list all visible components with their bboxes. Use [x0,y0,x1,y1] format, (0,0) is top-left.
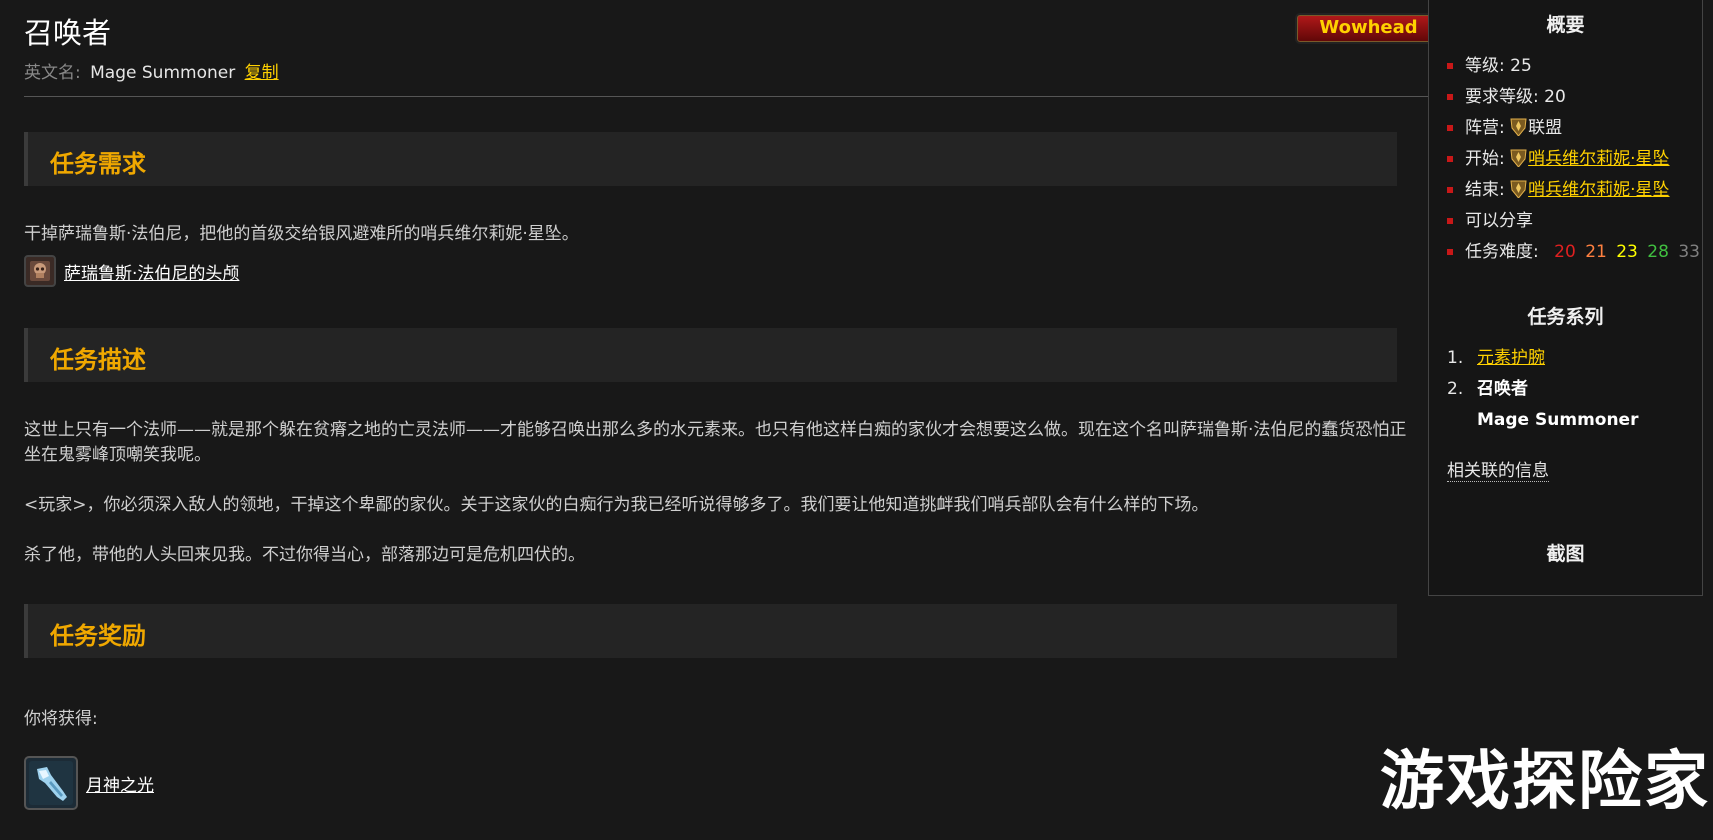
difficulty-value-4: 28 [1647,242,1669,262]
related-info-link[interactable]: 相关联的信息 [1447,456,1549,482]
start-label: 开始: [1465,149,1505,169]
series-current-name: 召唤者 [1477,379,1528,399]
english-name-value: Mage Summoner [90,63,236,83]
copy-link[interactable]: 复制 [245,63,279,83]
difficulty-label: 任务难度: [1465,242,1539,262]
rewards-heading: 任务奖励 [50,622,146,650]
difficulty-item: 任务难度: 20 21 23 28 33 [1447,238,1700,269]
description-header: 任务描述 [24,328,1397,382]
required-item-link[interactable]: 萨瑞鲁斯·法伯尼的头颅 [64,259,239,284]
required-item-row[interactable]: 萨瑞鲁斯·法伯尼的头颅 [24,255,239,287]
description-paragraph-2: <玩家>，你必须深入敌人的领地，干掉这个卑鄙的家伙。关于这家伙的白痴行为我已经听… [24,495,1209,515]
series-item-2-english: Mage Summoner [1447,406,1638,437]
description-heading: 任务描述 [50,346,146,374]
end-item: 结束: 哨兵维尔莉妮·星坠 [1447,176,1700,207]
start-npc-link[interactable]: 哨兵维尔莉妮·星坠 [1528,149,1669,169]
quest-series-list: 1. 元素护腕 2. 召唤者 Mage Summoner [1447,344,1638,437]
rewards-intro: 你将获得: [24,709,98,729]
watermark-text: 游戏探险家 [1380,745,1710,819]
series-link-1[interactable]: 元素护腕 [1477,348,1545,368]
skull-icon [24,255,56,287]
difficulty-value-1: 20 [1554,242,1576,262]
level-item: 等级: 25 [1447,52,1700,83]
series-number-2: 2. [1447,379,1464,399]
end-label: 结束: [1465,180,1505,200]
alliance-icon [1510,180,1527,198]
screenshot-heading: 截图 [1546,543,1585,565]
end-npc-link[interactable]: 哨兵维尔莉妮·星坠 [1528,180,1669,200]
alliance-icon [1510,149,1527,167]
faction-label: 阵营: [1465,118,1505,138]
requirements-header: 任务需求 [24,132,1397,186]
difficulty-value-2: 21 [1585,242,1607,262]
english-name-row: 英文名: Mage Summoner 复制 [24,58,279,83]
mace-icon [24,756,78,810]
faction-item: 阵营: 联盟 [1447,114,1700,145]
reward-item-link[interactable]: 月神之光 [86,771,154,796]
summary-list: 等级: 25 要求等级: 20 阵营: 联盟 开始: 哨兵维尔莉妮·星坠 结束:… [1447,52,1700,269]
series-number-1: 1. [1447,348,1464,368]
alliance-icon [1510,118,1527,136]
requirements-text: 干掉萨瑞鲁斯·法伯尼，把他的首级交给银风避难所的哨兵维尔莉妮·星坠。 [24,224,579,244]
series-item-2: 2. 召唤者 [1447,375,1638,406]
requirements-heading: 任务需求 [50,150,146,178]
start-item: 开始: 哨兵维尔莉妮·星坠 [1447,145,1700,176]
quest-summary-sidebar: 概要 等级: 25 要求等级: 20 阵营: 联盟 开始: 哨兵维尔莉妮·星坠 … [1428,0,1703,596]
header-divider [24,96,1428,97]
english-name-label: 英文名: [24,63,81,83]
wowhead-button[interactable]: Wowhead [1295,13,1442,44]
series-heading: 任务系列 [1527,306,1604,328]
difficulty-value-3: 23 [1616,242,1638,262]
shareable-item: 可以分享 [1447,207,1700,238]
description-paragraph-1: 这世上只有一个法师——就是那个躲在贫瘠之地的亡灵法师——才能够召唤出那么多的水元… [24,420,1407,465]
difficulty-value-5: 33 [1678,242,1700,262]
reward-item-row[interactable]: 月神之光 [24,756,154,810]
required-level-item: 要求等级: 20 [1447,83,1700,114]
rewards-header: 任务奖励 [24,604,1397,658]
page-title: 召唤者 [24,16,112,50]
series-current-english-name: Mage Summoner [1477,410,1639,430]
description-paragraph-3: 杀了他，带他的人头回来见我。不过你得当心，部落那边可是危机四伏的。 [24,545,585,565]
summary-heading: 概要 [1546,14,1585,36]
series-item-1: 1. 元素护腕 [1447,344,1638,375]
faction-value: 联盟 [1528,118,1563,138]
